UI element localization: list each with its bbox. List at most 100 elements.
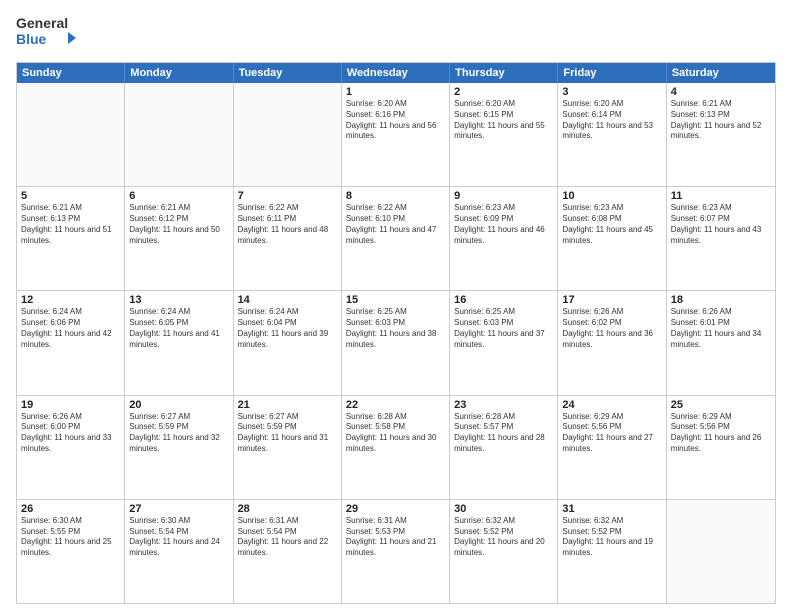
day-number: 26 xyxy=(21,503,120,515)
day-number: 10 xyxy=(562,190,661,202)
calendar-cell: 31Sunrise: 6:32 AM Sunset: 5:52 PM Dayli… xyxy=(558,500,666,603)
day-number: 23 xyxy=(454,399,553,411)
cell-info: Sunrise: 6:31 AM Sunset: 5:53 PM Dayligh… xyxy=(346,516,445,559)
cell-info: Sunrise: 6:21 AM Sunset: 6:12 PM Dayligh… xyxy=(129,203,228,246)
day-number: 19 xyxy=(21,399,120,411)
calendar-cell: 13Sunrise: 6:24 AM Sunset: 6:05 PM Dayli… xyxy=(125,291,233,394)
calendar-week: 26Sunrise: 6:30 AM Sunset: 5:55 PM Dayli… xyxy=(17,500,775,603)
calendar-cell: 30Sunrise: 6:32 AM Sunset: 5:52 PM Dayli… xyxy=(450,500,558,603)
day-number: 22 xyxy=(346,399,445,411)
svg-text:General: General xyxy=(16,15,68,31)
calendar-cell: 1Sunrise: 6:20 AM Sunset: 6:16 PM Daylig… xyxy=(342,83,450,186)
day-number: 1 xyxy=(346,86,445,98)
cell-info: Sunrise: 6:30 AM Sunset: 5:55 PM Dayligh… xyxy=(21,516,120,559)
day-number: 18 xyxy=(671,294,771,306)
day-number: 30 xyxy=(454,503,553,515)
calendar-header: SundayMondayTuesdayWednesdayThursdayFrid… xyxy=(17,63,775,83)
calendar-cell: 11Sunrise: 6:23 AM Sunset: 6:07 PM Dayli… xyxy=(667,187,775,290)
cell-info: Sunrise: 6:22 AM Sunset: 6:10 PM Dayligh… xyxy=(346,203,445,246)
day-number: 8 xyxy=(346,190,445,202)
day-number: 4 xyxy=(671,86,771,98)
cell-info: Sunrise: 6:24 AM Sunset: 6:05 PM Dayligh… xyxy=(129,307,228,350)
cell-info: Sunrise: 6:23 AM Sunset: 6:09 PM Dayligh… xyxy=(454,203,553,246)
calendar-cell: 14Sunrise: 6:24 AM Sunset: 6:04 PM Dayli… xyxy=(234,291,342,394)
calendar-week: 5Sunrise: 6:21 AM Sunset: 6:13 PM Daylig… xyxy=(17,187,775,291)
day-number: 20 xyxy=(129,399,228,411)
cell-info: Sunrise: 6:21 AM Sunset: 6:13 PM Dayligh… xyxy=(21,203,120,246)
cell-info: Sunrise: 6:21 AM Sunset: 6:13 PM Dayligh… xyxy=(671,99,771,142)
cell-info: Sunrise: 6:29 AM Sunset: 5:56 PM Dayligh… xyxy=(671,412,771,455)
weekday-header: Saturday xyxy=(667,63,775,83)
cell-info: Sunrise: 6:26 AM Sunset: 6:02 PM Dayligh… xyxy=(562,307,661,350)
weekday-header: Friday xyxy=(558,63,666,83)
day-number: 25 xyxy=(671,399,771,411)
calendar-cell: 17Sunrise: 6:26 AM Sunset: 6:02 PM Dayli… xyxy=(558,291,666,394)
cell-info: Sunrise: 6:32 AM Sunset: 5:52 PM Dayligh… xyxy=(562,516,661,559)
svg-text:Blue: Blue xyxy=(16,31,47,47)
cell-info: Sunrise: 6:25 AM Sunset: 6:03 PM Dayligh… xyxy=(346,307,445,350)
cell-info: Sunrise: 6:25 AM Sunset: 6:03 PM Dayligh… xyxy=(454,307,553,350)
page: GeneralBlue SundayMondayTuesdayWednesday… xyxy=(0,0,792,612)
day-number: 29 xyxy=(346,503,445,515)
cell-info: Sunrise: 6:20 AM Sunset: 6:16 PM Dayligh… xyxy=(346,99,445,142)
cell-info: Sunrise: 6:32 AM Sunset: 5:52 PM Dayligh… xyxy=(454,516,553,559)
cell-info: Sunrise: 6:29 AM Sunset: 5:56 PM Dayligh… xyxy=(562,412,661,455)
logo: GeneralBlue xyxy=(16,12,76,54)
day-number: 27 xyxy=(129,503,228,515)
calendar-cell: 6Sunrise: 6:21 AM Sunset: 6:12 PM Daylig… xyxy=(125,187,233,290)
day-number: 15 xyxy=(346,294,445,306)
calendar-cell xyxy=(667,500,775,603)
day-number: 28 xyxy=(238,503,337,515)
calendar-week: 19Sunrise: 6:26 AM Sunset: 6:00 PM Dayli… xyxy=(17,396,775,500)
cell-info: Sunrise: 6:24 AM Sunset: 6:04 PM Dayligh… xyxy=(238,307,337,350)
calendar-cell: 26Sunrise: 6:30 AM Sunset: 5:55 PM Dayli… xyxy=(17,500,125,603)
calendar-cell xyxy=(234,83,342,186)
calendar-cell: 15Sunrise: 6:25 AM Sunset: 6:03 PM Dayli… xyxy=(342,291,450,394)
day-number: 11 xyxy=(671,190,771,202)
cell-info: Sunrise: 6:23 AM Sunset: 6:07 PM Dayligh… xyxy=(671,203,771,246)
day-number: 7 xyxy=(238,190,337,202)
calendar-cell: 24Sunrise: 6:29 AM Sunset: 5:56 PM Dayli… xyxy=(558,396,666,499)
calendar-cell: 5Sunrise: 6:21 AM Sunset: 6:13 PM Daylig… xyxy=(17,187,125,290)
calendar-cell: 9Sunrise: 6:23 AM Sunset: 6:09 PM Daylig… xyxy=(450,187,558,290)
calendar-cell: 2Sunrise: 6:20 AM Sunset: 6:15 PM Daylig… xyxy=(450,83,558,186)
weekday-header: Sunday xyxy=(17,63,125,83)
calendar-cell xyxy=(125,83,233,186)
cell-info: Sunrise: 6:20 AM Sunset: 6:15 PM Dayligh… xyxy=(454,99,553,142)
day-number: 12 xyxy=(21,294,120,306)
weekday-header: Monday xyxy=(125,63,233,83)
day-number: 16 xyxy=(454,294,553,306)
calendar-cell: 25Sunrise: 6:29 AM Sunset: 5:56 PM Dayli… xyxy=(667,396,775,499)
calendar-week: 12Sunrise: 6:24 AM Sunset: 6:06 PM Dayli… xyxy=(17,291,775,395)
cell-info: Sunrise: 6:26 AM Sunset: 6:00 PM Dayligh… xyxy=(21,412,120,455)
calendar-cell: 28Sunrise: 6:31 AM Sunset: 5:54 PM Dayli… xyxy=(234,500,342,603)
day-number: 2 xyxy=(454,86,553,98)
calendar-cell: 16Sunrise: 6:25 AM Sunset: 6:03 PM Dayli… xyxy=(450,291,558,394)
cell-info: Sunrise: 6:27 AM Sunset: 5:59 PM Dayligh… xyxy=(129,412,228,455)
day-number: 24 xyxy=(562,399,661,411)
calendar-cell: 10Sunrise: 6:23 AM Sunset: 6:08 PM Dayli… xyxy=(558,187,666,290)
day-number: 6 xyxy=(129,190,228,202)
cell-info: Sunrise: 6:24 AM Sunset: 6:06 PM Dayligh… xyxy=(21,307,120,350)
calendar: SundayMondayTuesdayWednesdayThursdayFrid… xyxy=(16,62,776,604)
day-number: 31 xyxy=(562,503,661,515)
cell-info: Sunrise: 6:23 AM Sunset: 6:08 PM Dayligh… xyxy=(562,203,661,246)
day-number: 17 xyxy=(562,294,661,306)
cell-info: Sunrise: 6:28 AM Sunset: 5:57 PM Dayligh… xyxy=(454,412,553,455)
calendar-cell: 19Sunrise: 6:26 AM Sunset: 6:00 PM Dayli… xyxy=(17,396,125,499)
header: GeneralBlue xyxy=(16,12,776,54)
calendar-body: 1Sunrise: 6:20 AM Sunset: 6:16 PM Daylig… xyxy=(17,83,775,603)
calendar-cell: 20Sunrise: 6:27 AM Sunset: 5:59 PM Dayli… xyxy=(125,396,233,499)
weekday-header: Thursday xyxy=(450,63,558,83)
calendar-cell: 27Sunrise: 6:30 AM Sunset: 5:54 PM Dayli… xyxy=(125,500,233,603)
day-number: 21 xyxy=(238,399,337,411)
day-number: 3 xyxy=(562,86,661,98)
calendar-cell xyxy=(17,83,125,186)
cell-info: Sunrise: 6:31 AM Sunset: 5:54 PM Dayligh… xyxy=(238,516,337,559)
day-number: 13 xyxy=(129,294,228,306)
calendar-cell: 18Sunrise: 6:26 AM Sunset: 6:01 PM Dayli… xyxy=(667,291,775,394)
calendar-cell: 8Sunrise: 6:22 AM Sunset: 6:10 PM Daylig… xyxy=(342,187,450,290)
cell-info: Sunrise: 6:20 AM Sunset: 6:14 PM Dayligh… xyxy=(562,99,661,142)
calendar-cell: 3Sunrise: 6:20 AM Sunset: 6:14 PM Daylig… xyxy=(558,83,666,186)
day-number: 14 xyxy=(238,294,337,306)
